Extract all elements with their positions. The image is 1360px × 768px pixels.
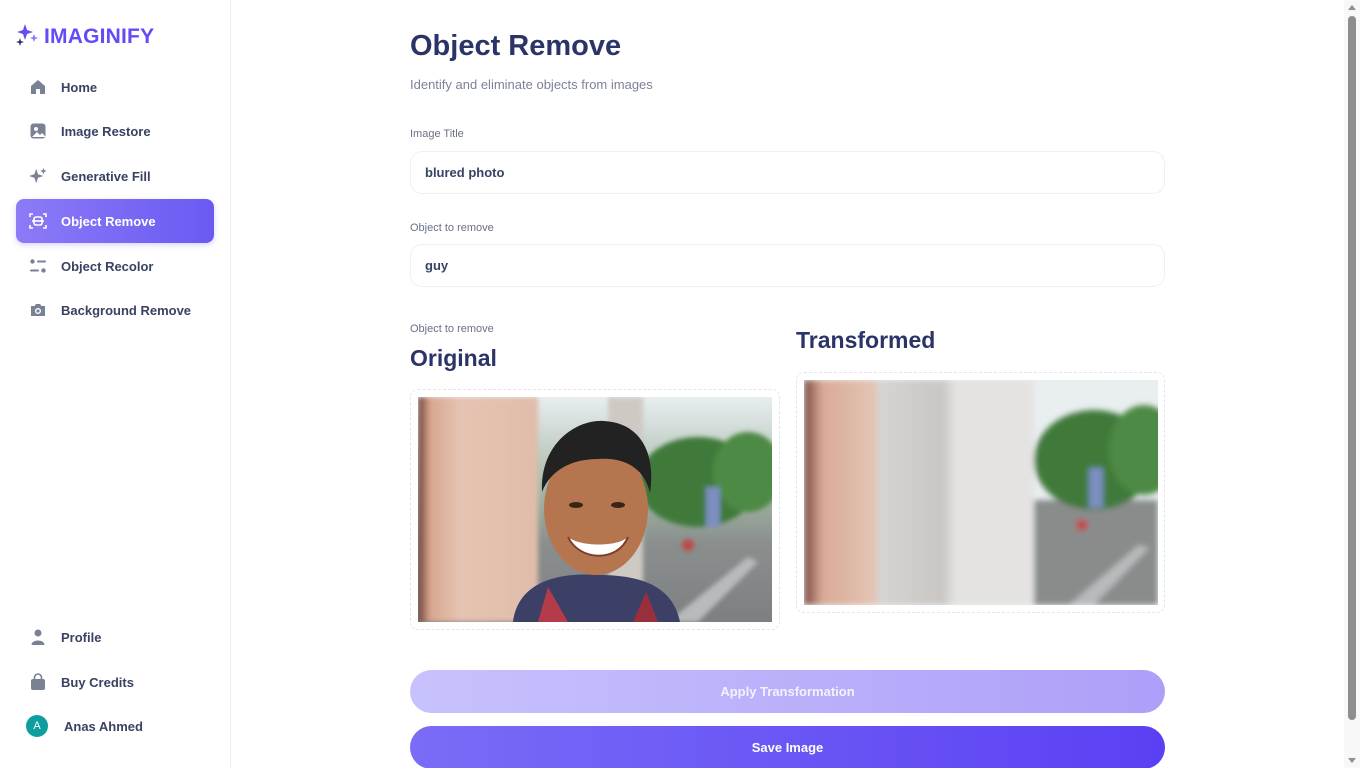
sidebar: IMAGINIFY Home Image Restore Generative … — [0, 0, 231, 768]
user-profile-button[interactable]: A Anas Ahmed — [16, 704, 214, 748]
image-title-input[interactable] — [410, 151, 1165, 194]
sparkles-icon — [29, 167, 47, 185]
sidebar-item-label: Object Recolor — [61, 258, 154, 274]
bag-icon — [29, 673, 47, 691]
transformed-image — [804, 380, 1158, 605]
filter-icon — [29, 257, 47, 275]
save-image-button[interactable]: Save Image — [410, 726, 1165, 768]
object-to-remove-label: Object to remove — [410, 222, 494, 234]
media-label: Object to remove — [410, 323, 494, 335]
sidebar-item-generative-fill[interactable]: Generative Fill — [16, 154, 214, 198]
transformed-heading: Transformed — [796, 327, 936, 353]
sidebar-item-buy-credits[interactable]: Buy Credits — [16, 660, 214, 704]
original-heading: Original — [410, 345, 497, 371]
scrollbar-thumb[interactable] — [1348, 16, 1356, 720]
scroll-up-arrow-icon[interactable] — [1348, 5, 1356, 10]
image-title-label: Image Title — [410, 128, 464, 140]
sidebar-item-label: Profile — [61, 629, 102, 645]
sidebar-item-object-recolor[interactable]: Object Recolor — [16, 244, 214, 288]
sidebar-item-image-restore[interactable]: Image Restore — [16, 109, 214, 153]
sidebar-item-label: Buy Credits — [61, 674, 134, 690]
sidebar-item-label: Generative Fill — [61, 168, 151, 184]
sidebar-item-label: Image Restore — [61, 123, 151, 139]
original-image — [418, 397, 772, 622]
sidebar-item-profile[interactable]: Profile — [16, 615, 214, 659]
sidebar-item-label: Background Remove — [61, 302, 192, 318]
scroll-down-arrow-icon[interactable] — [1348, 758, 1356, 763]
image-icon — [29, 122, 47, 140]
user-icon — [29, 628, 47, 646]
avatar: A — [26, 715, 48, 737]
apply-transformation-button[interactable]: Apply Transformation — [410, 670, 1165, 713]
scan-icon — [29, 212, 47, 230]
page-subtitle: Identify and eliminate objects from imag… — [410, 77, 653, 92]
vertical-scrollbar[interactable] — [1344, 0, 1360, 768]
sidebar-item-label: Home — [61, 79, 98, 95]
original-image-frame[interactable] — [410, 389, 780, 630]
user-name: Anas Ahmed — [64, 718, 143, 734]
page-title: Object Remove — [410, 30, 622, 62]
transformed-image-frame[interactable] — [796, 372, 1165, 613]
sidebar-item-background-remove[interactable]: Background Remove — [16, 288, 214, 332]
sidebar-item-object-remove[interactable]: Object Remove — [16, 199, 214, 243]
sidebar-item-label: Object Remove — [61, 213, 156, 229]
home-icon — [29, 78, 47, 96]
logo-sparkle-icon — [16, 22, 40, 51]
sidebar-item-home[interactable]: Home — [16, 65, 214, 109]
logo[interactable]: IMAGINIFY — [16, 22, 154, 51]
camera-icon — [29, 301, 47, 319]
object-to-remove-input[interactable] — [410, 244, 1165, 287]
logo-text: IMAGINIFY — [44, 24, 155, 48]
